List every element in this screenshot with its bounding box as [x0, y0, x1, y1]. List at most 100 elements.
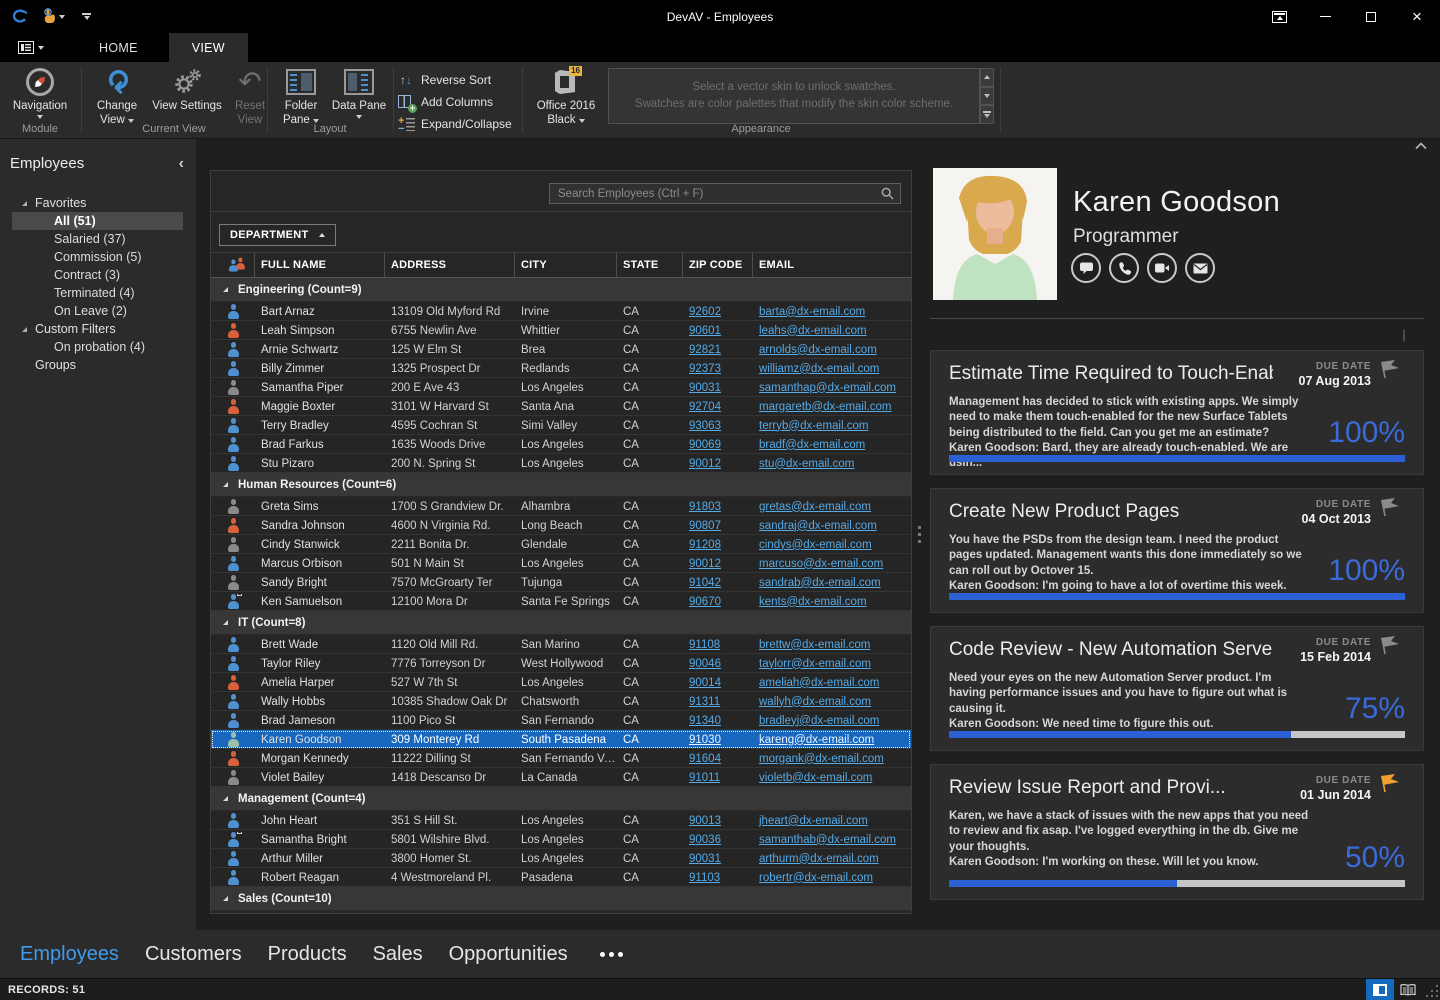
cell-zip-link[interactable]: 91042 — [683, 577, 753, 589]
cell-email-link[interactable]: williamz@dx-email.com — [753, 363, 911, 375]
sidebar-filter-item[interactable]: Salaried (37) — [0, 230, 196, 248]
employee-row[interactable]: Cindy Stanwick 2211 Bonita Dr. Glendale … — [211, 535, 911, 554]
cell-email-link[interactable]: arnolds@dx-email.com — [753, 344, 911, 356]
cell-email-link[interactable]: sandraj@dx-email.com — [753, 520, 911, 532]
search-input[interactable] — [556, 187, 881, 201]
sidebar-filter-item[interactable]: Contract (3) — [0, 266, 196, 284]
sidebar-filter-item[interactable]: On probation (4) — [0, 338, 196, 356]
cell-zip-link[interactable]: 90601 — [683, 325, 753, 337]
cell-zip-link[interactable]: 90036 — [683, 834, 753, 846]
employee-row[interactable]: Ken Samuelson 12100 Mora Dr Santa Fe Spr… — [211, 592, 911, 611]
cell-email-link[interactable]: terryb@dx-email.com — [753, 420, 911, 432]
column-header-full-name[interactable]: FULL NAME — [255, 253, 385, 277]
task-card[interactable]: Review Issue Report and Provi... DUE DAT… — [930, 764, 1424, 900]
cell-email-link[interactable]: arthurm@dx-email.com — [753, 853, 911, 865]
cell-zip-link[interactable]: 90670 — [683, 596, 753, 608]
cell-zip-link[interactable]: 92704 — [683, 401, 753, 413]
data-pane-button[interactable]: Data Pane — [330, 66, 388, 119]
employee-row[interactable]: Billy Zimmer 1325 Prospect Dr Redlands C… — [211, 359, 911, 378]
video-call-button[interactable] — [1147, 253, 1177, 283]
cell-email-link[interactable]: morgank@dx-email.com — [753, 753, 911, 765]
add-columns-button[interactable]: + Add Columns — [398, 92, 493, 112]
nav-item-products[interactable]: Products — [268, 943, 347, 966]
folder-pane-button[interactable]: Folder Pane — [276, 66, 326, 128]
column-header-city[interactable]: CITY — [515, 253, 617, 277]
grid-group-row[interactable]: Human Resources (Count=6) — [211, 473, 911, 497]
panel-splitter[interactable] — [914, 139, 925, 930]
sidebar-tree-section[interactable]: Groups — [0, 356, 196, 374]
employee-row[interactable]: Leah Simpson 6755 Newlin Ave Whittier CA… — [211, 321, 911, 340]
reverse-sort-button[interactable]: ↑↓ Reverse Sort — [398, 70, 491, 90]
cell-zip-link[interactable]: 91803 — [683, 501, 753, 513]
cell-email-link[interactable]: jheart@dx-email.com — [753, 815, 911, 827]
employee-row[interactable]: Brad Jameson 1100 Pico St San Fernando C… — [211, 711, 911, 730]
cell-zip-link[interactable]: 90012 — [683, 458, 753, 470]
gallery-scroll-down-button[interactable] — [980, 87, 994, 106]
task-card[interactable]: Code Review - New Automation Server DUE … — [930, 626, 1424, 751]
cell-zip-link[interactable]: 91340 — [683, 715, 753, 727]
cell-email-link[interactable]: samanthap@dx-email.com — [753, 382, 911, 394]
gallery-scroll-up-button[interactable] — [980, 68, 994, 87]
task-card[interactable]: Create New Product Pages DUE DATE 04 Oct… — [930, 488, 1424, 613]
nav-item-customers[interactable]: Customers — [145, 943, 242, 966]
cell-zip-link[interactable]: 90069 — [683, 439, 753, 451]
cell-zip-link[interactable]: 91108 — [683, 639, 753, 651]
cell-zip-link[interactable]: 90014 — [683, 677, 753, 689]
employee-row[interactable]: Taylor Riley 7776 Torreyson Dr West Holl… — [211, 654, 911, 673]
nav-more-button[interactable] — [600, 952, 623, 957]
sidebar-filter-item[interactable]: Terminated (4) — [0, 284, 196, 302]
employee-row[interactable]: Amelia Harper 527 W 7th St Los Angeles C… — [211, 673, 911, 692]
app-logo-icon[interactable] — [8, 5, 32, 29]
grid-group-row[interactable]: Management (Count=4) — [211, 787, 911, 811]
change-view-button[interactable]: ⟳ Change View — [90, 66, 144, 128]
cell-email-link[interactable]: marcuso@dx-email.com — [753, 558, 911, 570]
cell-zip-link[interactable]: 91030 — [683, 734, 753, 746]
nav-item-sales[interactable]: Sales — [373, 943, 423, 966]
skin-button[interactable]: 16 Office 2016 Black — [530, 66, 602, 128]
employee-row[interactable]: Wally Hobbs 10385 Shadow Oak Dr Chatswor… — [211, 692, 911, 711]
cell-email-link[interactable]: robertr@dx-email.com — [753, 872, 911, 884]
gallery-dropdown-button[interactable] — [980, 105, 994, 124]
column-header-address[interactable]: ADDRESS — [385, 253, 515, 277]
employee-row[interactable]: Stu Pizaro 200 N. Spring St Los Angeles … — [211, 454, 911, 473]
grid-group-row[interactable]: IT (Count=8) — [211, 611, 911, 635]
column-header-email[interactable]: EMAIL — [753, 253, 911, 277]
touch-mode-button[interactable] — [38, 5, 68, 29]
employee-row[interactable]: Violet Bailey 1418 Descanso Dr La Canada… — [211, 768, 911, 787]
sidebar-tree-section[interactable]: Favorites — [0, 194, 196, 212]
resize-grip[interactable] — [1424, 983, 1438, 997]
employee-row[interactable]: Brett Wade 1120 Old Mill Rd. San Marino … — [211, 635, 911, 654]
employee-row[interactable]: Robert Reagan 4 Westmoreland Pl. Pasaden… — [211, 868, 911, 887]
employee-row[interactable]: Arnie Schwartz 125 W Elm St Brea CA 9282… — [211, 340, 911, 359]
nav-item-opportunities[interactable]: Opportunities — [449, 943, 568, 966]
cell-zip-link[interactable]: 90012 — [683, 558, 753, 570]
employee-row[interactable]: Arthur Miller 3800 Homer St. Los Angeles… — [211, 849, 911, 868]
sidebar-filter-item[interactable]: On Leave (2) — [0, 302, 196, 320]
employee-row[interactable]: Greta Sims 1700 S Grandview Dr. Alhambra… — [211, 497, 911, 516]
cell-zip-link[interactable]: 91011 — [683, 772, 753, 784]
column-header-zip[interactable]: ZIP CODE — [683, 253, 753, 277]
column-header-state[interactable]: STATE — [617, 253, 683, 277]
employee-row[interactable]: Karen Goodson 309 Monterey Rd South Pasa… — [211, 730, 911, 749]
tab-view[interactable]: VIEW — [169, 33, 248, 62]
employee-row[interactable]: John Heart 351 S Hill St. Los Angeles CA… — [211, 811, 911, 830]
reading-pane-toggle-button[interactable] — [1366, 979, 1394, 1000]
tab-home[interactable]: HOME — [76, 33, 161, 62]
cell-email-link[interactable]: taylorr@dx-email.com — [753, 658, 911, 670]
cell-zip-link[interactable]: 91604 — [683, 753, 753, 765]
employee-row[interactable]: Marcus Orbison 501 N Main St Los Angeles… — [211, 554, 911, 573]
cell-zip-link[interactable]: 90013 — [683, 815, 753, 827]
cell-email-link[interactable]: margaretb@dx-email.com — [753, 401, 911, 413]
employee-row[interactable]: Maggie Boxter 3101 W Harvard St Santa An… — [211, 397, 911, 416]
cell-zip-link[interactable]: 91208 — [683, 539, 753, 551]
column-header-icon[interactable] — [211, 253, 255, 277]
cell-email-link[interactable]: wallyh@dx-email.com — [753, 696, 911, 708]
cell-email-link[interactable]: kareng@dx-email.com — [753, 734, 911, 746]
maximize-button[interactable] — [1348, 0, 1394, 33]
employee-row[interactable]: Samantha Piper 200 E Ave 43 Los Angeles … — [211, 378, 911, 397]
minimize-button[interactable] — [1302, 0, 1348, 33]
cell-zip-link[interactable]: 90046 — [683, 658, 753, 670]
navigation-button[interactable]: Navigation — [8, 66, 72, 119]
cell-zip-link[interactable]: 92821 — [683, 344, 753, 356]
cell-email-link[interactable]: ameliah@dx-email.com — [753, 677, 911, 689]
